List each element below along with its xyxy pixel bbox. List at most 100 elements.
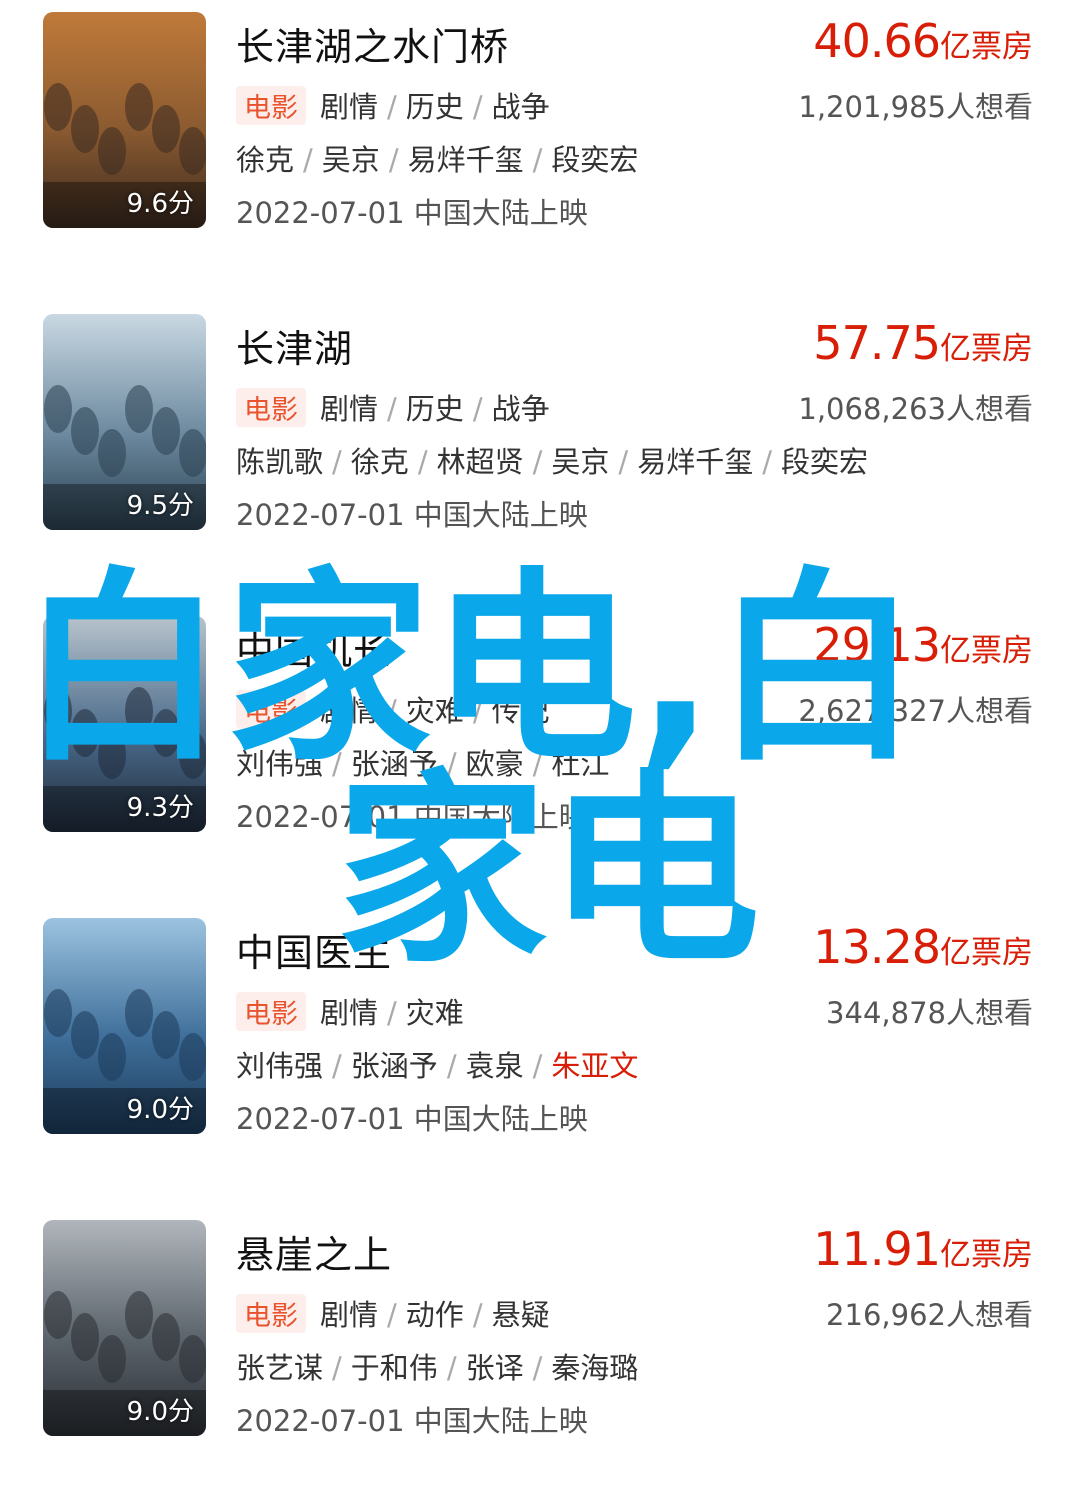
release-info: 2022-07-01 中国大陆上映 xyxy=(236,1404,588,1438)
movie-title[interactable]: 中国医生 xyxy=(236,922,392,977)
cast-name: 于和伟 xyxy=(350,1351,438,1385)
box-office: 13.28亿票房 xyxy=(813,920,1033,974)
cast-name: 张涵予 xyxy=(350,1049,438,1083)
want-count: 1,068,263 xyxy=(798,392,946,426)
genre-tag: 战争 xyxy=(491,90,550,124)
box-office-value: 40.66 xyxy=(813,14,941,68)
genre-tag: 灾难 xyxy=(405,694,464,728)
genre-tag: 剧情 xyxy=(320,996,379,1030)
want-label: 人想看 xyxy=(945,996,1033,1030)
poster-figure xyxy=(44,385,72,433)
movie-title[interactable]: 长津湖 xyxy=(236,318,353,373)
separator: / xyxy=(532,143,543,177)
poster-figure xyxy=(125,989,153,1037)
poster-figure xyxy=(125,385,153,433)
movie-list-item[interactable]: 9.6分 长津湖之水门桥 电影 剧情 / 历史 / 战争 徐克 / 吴京 / 易烊千玺 / 段奕宏 2022-… xyxy=(0,0,1079,302)
poster-figure xyxy=(152,105,180,153)
box-office-value: 29.13 xyxy=(813,618,941,672)
cast-name: 张译 xyxy=(465,1351,524,1385)
rating-score: 9.0分 xyxy=(126,1095,194,1125)
separator: / xyxy=(446,1049,457,1083)
movie-list-item[interactable]: 9.0分 中国医生 电影 剧情 / 灾难 刘伟强 / 张涵予 / 袁泉 / 朱亚文 2022-07-01 … xyxy=(0,906,1079,1208)
poster-figure xyxy=(179,731,206,779)
box-office-unit: 亿票房 xyxy=(940,935,1033,971)
cast-name: 段奕宏 xyxy=(551,143,639,177)
movie-type-badge: 电影 xyxy=(236,388,306,427)
poster-figure xyxy=(71,407,99,455)
separator: / xyxy=(618,445,629,479)
genre-tag: 剧情 xyxy=(320,1298,379,1332)
box-office-unit: 亿票房 xyxy=(940,1237,1033,1273)
poster-figure xyxy=(71,1313,99,1361)
box-office: 29.13亿票房 xyxy=(813,618,1033,672)
genre-row: 电影 剧情 / 灾难 xyxy=(236,990,464,1032)
cast-name: 林超贤 xyxy=(436,445,524,479)
want-label: 人想看 xyxy=(945,90,1033,124)
cast-name: 易烊千玺 xyxy=(637,445,754,479)
poster-figure xyxy=(152,1011,180,1059)
poster-figure xyxy=(125,1291,153,1339)
rating-score: 9.5分 xyxy=(126,491,194,521)
separator: / xyxy=(532,747,543,781)
cast-row: 张艺谋 / 于和伟 / 张译 / 秦海璐 xyxy=(236,1345,638,1387)
genre-tag: 历史 xyxy=(405,90,464,124)
box-office-unit: 亿票房 xyxy=(940,331,1033,367)
box-office-unit: 亿票房 xyxy=(940,633,1033,669)
release-info: 2022-07-01 中国大陆上映 xyxy=(236,1102,588,1136)
rating-score: 9.6分 xyxy=(126,189,194,219)
movie-title[interactable]: 长津湖之水门桥 xyxy=(236,16,509,71)
separator: / xyxy=(303,143,313,177)
movie-poster[interactable]: 9.0分 xyxy=(43,918,206,1134)
movie-list-item[interactable]: 9.3分 中国机长电影 剧情 / 灾难 / 传记刘伟强 / 张涵予 / 欧豪 / 杜江 2022-07-0… xyxy=(0,604,1079,906)
movie-list-item[interactable]: 9.0分 悬崖之上 电影 剧情 / 动作 / 悬疑 张艺谋 / 于和伟 / 张译 / 秦海璐 2022-07-… xyxy=(0,1208,1079,1510)
cast-name: 徐克 xyxy=(236,143,295,177)
movie-list: 9.6分 长津湖之水门桥 电影 剧情 / 历史 / 战争 徐克 / 吴京 / 易烊千玺 / 段奕宏 2022-… xyxy=(0,0,1079,1466)
separator: / xyxy=(332,1049,342,1083)
want-to-watch: 344,878人想看 xyxy=(826,990,1033,1032)
genre-tag: 灾难 xyxy=(405,996,464,1030)
poster-figure xyxy=(98,1335,126,1383)
genre-tag: 传记 xyxy=(491,694,550,728)
cast-name: 徐克 xyxy=(350,445,409,479)
separator: / xyxy=(446,1351,457,1385)
genre-row: 电影 剧情 / 灾难 / 传记 xyxy=(236,688,550,730)
genre-tag: 战争 xyxy=(491,392,550,426)
want-label: 人想看 xyxy=(945,392,1033,426)
rating-score: 9.3分 xyxy=(126,793,194,823)
want-to-watch: 216,962人想看 xyxy=(826,1292,1033,1334)
genre-tag: 动作 xyxy=(405,1298,464,1332)
cast-name: 张艺谋 xyxy=(236,1351,324,1385)
box-office: 57.75亿票房 xyxy=(813,316,1033,370)
want-count: 2,627,327 xyxy=(798,694,946,728)
box-office-value: 13.28 xyxy=(813,920,941,974)
release-info: 2022-07-01 中国大陆上映 xyxy=(236,800,588,834)
rating-score: 9.0分 xyxy=(126,1397,194,1427)
genre-row: 电影 剧情 / 历史 / 战争 xyxy=(236,386,550,428)
movie-list-item[interactable]: 9.5分 长津湖 电影 剧情 / 历史 / 战争 陈凯歌 / 徐克 / 林超贤 / 吴京 / 易烊千玺 / 段奕宏 2… xyxy=(0,302,1079,604)
box-office-value: 11.91 xyxy=(813,1222,941,1276)
poster-figure xyxy=(179,1033,206,1081)
cast-row: 刘伟强 / 张涵予 / 袁泉 / 朱亚文 xyxy=(236,1043,638,1085)
cast-name: 易烊千玺 xyxy=(407,143,524,177)
separator: / xyxy=(388,143,399,177)
want-count: 216,962 xyxy=(826,1298,946,1332)
poster-figure xyxy=(71,709,99,757)
separator: / xyxy=(332,747,342,781)
poster-figure xyxy=(179,429,206,477)
movie-title[interactable]: 中国机长 xyxy=(236,620,392,675)
cast-name: 吴京 xyxy=(551,445,610,479)
movie-poster[interactable]: 9.5分 xyxy=(43,314,206,530)
movie-poster[interactable]: 9.0分 xyxy=(43,1220,206,1436)
want-to-watch: 1,201,985人想看 xyxy=(798,84,1033,126)
separator: / xyxy=(417,445,428,479)
cast-row: 刘伟强 / 张涵予 / 欧豪 / 杜江 xyxy=(236,741,609,783)
separator: / xyxy=(532,1351,543,1385)
movie-title[interactable]: 悬崖之上 xyxy=(236,1224,392,1279)
cast-row: 徐克 / 吴京 / 易烊千玺 / 段奕宏 xyxy=(236,137,638,179)
movie-poster[interactable]: 9.3分 xyxy=(43,616,206,832)
want-count: 1,201,985 xyxy=(798,90,946,124)
want-count: 344,878 xyxy=(826,996,946,1030)
movie-poster[interactable]: 9.6分 xyxy=(43,12,206,228)
movie-type-badge: 电影 xyxy=(236,690,306,729)
movie-type-badge: 电影 xyxy=(236,992,306,1031)
